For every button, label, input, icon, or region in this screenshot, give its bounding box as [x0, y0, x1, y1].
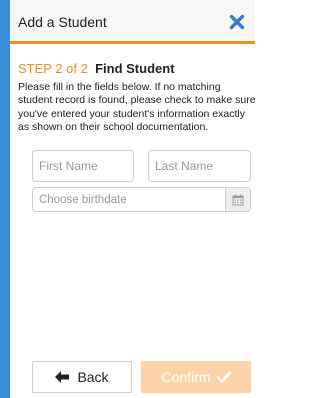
confirm-button[interactable]: Confirm — [141, 361, 251, 393]
birthdate-input[interactable] — [33, 188, 235, 211]
calendar-icon — [232, 194, 244, 205]
calendar-button[interactable] — [225, 188, 250, 211]
first-name-input[interactable] — [32, 150, 134, 182]
arrow-left-icon — [55, 371, 70, 383]
dialog-header: Add a Student — [10, 0, 255, 44]
last-name-input[interactable] — [148, 150, 251, 182]
dialog-title: Add a Student — [18, 14, 107, 30]
step-indicator: STEP 2 of 2 — [18, 61, 88, 76]
confirm-button-label: Confirm — [161, 369, 211, 385]
birthdate-field — [32, 187, 251, 212]
step-title: Find Student — [95, 61, 175, 76]
left-accent-bar — [0, 0, 10, 398]
instructions-text: Please fill in the fields below. If no m… — [18, 81, 256, 134]
back-button-label: Back — [77, 369, 109, 385]
back-button[interactable]: Back — [32, 361, 132, 393]
add-student-dialog: Add a Student STEP 2 of 2 Find Student P… — [10, 0, 256, 398]
close-icon — [229, 14, 245, 30]
check-icon — [216, 371, 231, 383]
close-button[interactable] — [225, 10, 249, 34]
step-heading: STEP 2 of 2 Find Student — [18, 61, 175, 76]
